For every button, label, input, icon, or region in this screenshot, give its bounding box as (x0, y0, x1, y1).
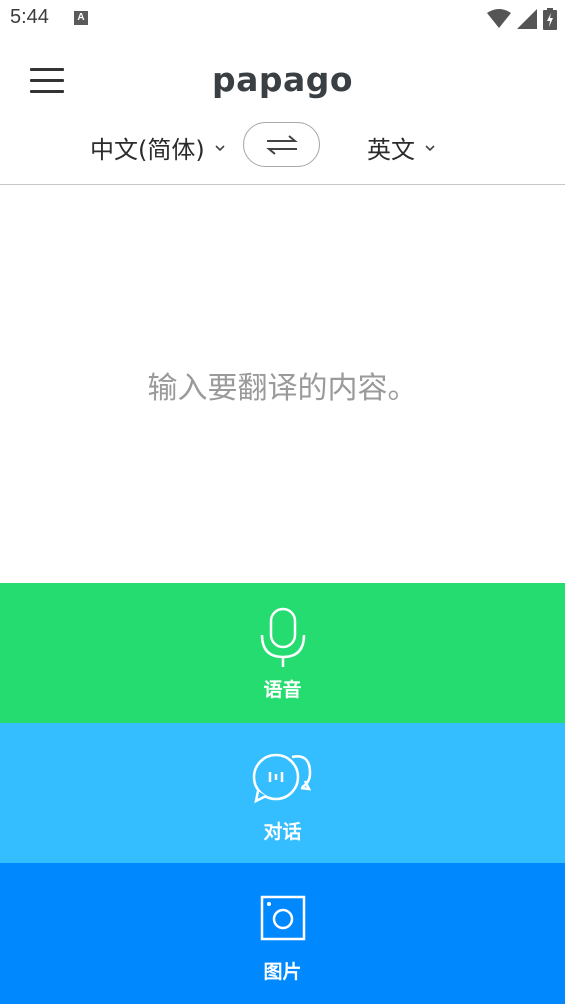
language-bar: 中文(简体) 英文 (0, 120, 565, 185)
microphone-icon (260, 607, 305, 667)
status-bar: 5:44 A (0, 0, 565, 38)
app-logo: papago (211, 60, 354, 99)
image-label: 图片 (263, 961, 302, 983)
signal-icon (517, 9, 537, 29)
battery-icon (543, 8, 557, 30)
wifi-icon (487, 9, 511, 28)
source-language-label: 中文(简体) (90, 136, 205, 164)
swap-languages-button[interactable] (243, 122, 320, 167)
camera-icon (260, 895, 305, 941)
conversation-label: 对话 (263, 821, 302, 843)
chevron-down-icon (215, 144, 225, 151)
conversation-button[interactable]: 对话 (0, 723, 565, 863)
swap-icon (265, 134, 298, 155)
status-icons (487, 8, 557, 30)
text-input-area[interactable]: 输入要翻译的内容。 (0, 185, 565, 583)
target-language-selector[interactable]: 英文 (367, 130, 437, 165)
image-button[interactable]: 图片 (0, 863, 565, 1004)
voice-label: 语音 (263, 679, 302, 701)
chat-bubbles-icon (252, 753, 311, 804)
target-language-label: 英文 (367, 136, 415, 164)
status-time: 5:44 (10, 6, 49, 28)
chevron-down-icon (425, 144, 435, 151)
voice-button[interactable]: 语音 (0, 583, 565, 723)
top-bar: papago (0, 38, 565, 124)
input-placeholder: 输入要翻译的内容。 (147, 371, 418, 406)
notification-icon: A (74, 11, 88, 25)
source-language-selector[interactable]: 中文(简体) (90, 130, 227, 165)
